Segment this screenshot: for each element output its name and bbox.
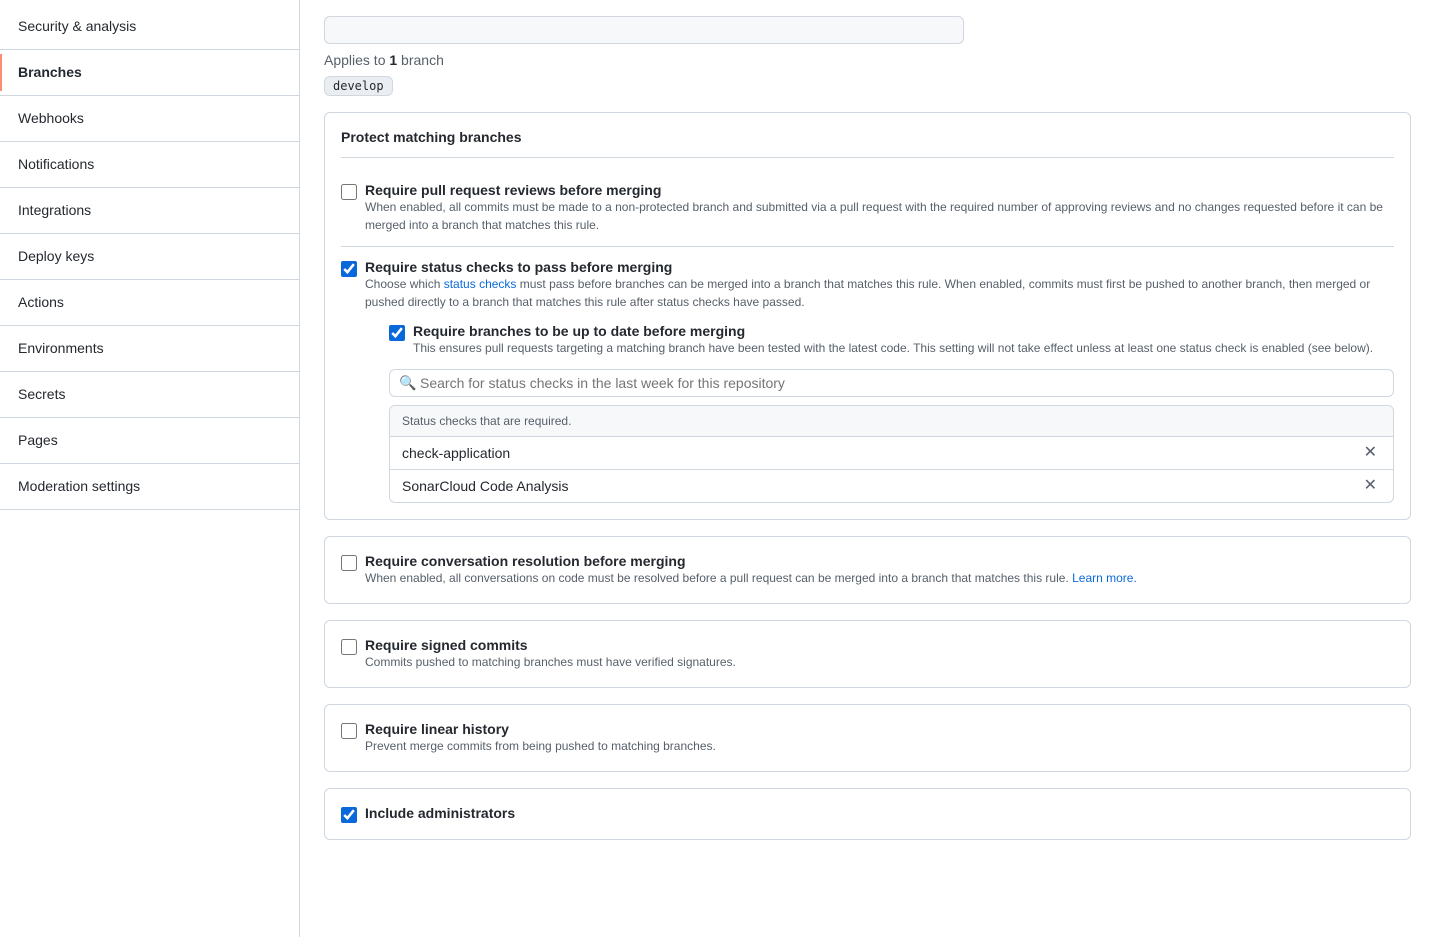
require-branches-up-to-date-desc: This ensures pull requests targeting a m…: [413, 339, 1394, 357]
sidebar-divider-actions: [0, 325, 299, 326]
sidebar-divider-deploy-keys: [0, 279, 299, 280]
sidebar-divider-integrations: [0, 233, 299, 234]
require-linear-history-desc: Prevent merge commits from being pushed …: [365, 737, 1394, 755]
status-checks-link[interactable]: status checks: [444, 277, 517, 291]
sidebar-item-label-moderation-settings: Moderation settings: [18, 476, 140, 497]
protect-heading: Protect matching branches: [341, 129, 1394, 158]
remove-sonarcloud-button[interactable]: ✕: [1360, 478, 1381, 494]
sidebar-item-webhooks[interactable]: Webhooks: [0, 100, 299, 137]
sidebar-item-label-integrations: Integrations: [18, 200, 91, 221]
sidebar-item-label-secrets: Secrets: [18, 384, 65, 405]
require-linear-history-title[interactable]: Require linear history: [365, 721, 509, 737]
status-checks-box: Status checks that are required. check-a…: [389, 405, 1394, 503]
require-status-checks-desc: Choose which status checks must pass bef…: [365, 275, 1394, 311]
require-pr-reviews-desc: When enabled, all commits must be made t…: [365, 198, 1394, 234]
require-pr-reviews-checkbox[interactable]: [341, 184, 357, 200]
require-branches-up-to-date-title[interactable]: Require branches to be up to date before…: [413, 323, 745, 339]
sidebar-item-label-security-analysis: Security & analysis: [18, 16, 136, 37]
require-status-checks-checkbox[interactable]: [341, 261, 357, 277]
require-signed-commits-desc: Commits pushed to matching branches must…: [365, 653, 1394, 671]
sidebar-item-label-actions: Actions: [18, 292, 64, 313]
status-check-label: check-application: [402, 445, 510, 461]
sidebar-item-label-environments: Environments: [18, 338, 104, 359]
sidebar: Security & analysis Branches Webhooks Notif…: [0, 0, 300, 937]
branch-pattern-input[interactable]: develop: [324, 16, 964, 44]
include-administrators-checkbox[interactable]: [341, 807, 357, 823]
require-pr-reviews-title[interactable]: Require pull request reviews before merg…: [365, 182, 661, 198]
sidebar-divider-environments: [0, 371, 299, 372]
option-row-linear: Require linear history Prevent merge com…: [341, 721, 1394, 755]
search-icon: 🔍: [399, 375, 416, 392]
require-linear-history-checkbox[interactable]: [341, 723, 357, 739]
status-check-item-check-application: check-application ✕: [390, 437, 1393, 470]
sidebar-item-label-deploy-keys: Deploy keys: [18, 246, 94, 267]
sidebar-item-label-notifications: Notifications: [18, 154, 94, 175]
sidebar-item-actions[interactable]: Actions: [0, 284, 299, 321]
require-signed-commits-checkbox[interactable]: [341, 639, 357, 655]
applies-text: Applies to 1 branch: [324, 52, 1411, 68]
sidebar-item-deploy-keys[interactable]: Deploy keys: [0, 238, 299, 275]
remove-check-application-button[interactable]: ✕: [1360, 445, 1381, 461]
sidebar-item-moderation-settings[interactable]: Moderation settings: [0, 468, 299, 505]
branch-input-area: develop Applies to 1 branch develop: [324, 16, 1411, 96]
sidebar-item-secrets[interactable]: Secrets: [0, 376, 299, 413]
branch-tag: develop: [324, 76, 393, 96]
option-row-conversation: Require conversation resolution before m…: [341, 553, 1394, 587]
sidebar-divider-branches: [0, 95, 299, 96]
sidebar-item-environments[interactable]: Environments: [0, 330, 299, 367]
option-require-pr-reviews: Require pull request reviews before merg…: [341, 170, 1394, 247]
require-conversation-resolution-desc: When enabled, all conversations on code …: [365, 569, 1394, 587]
sidebar-divider-pages: [0, 463, 299, 464]
sub-option-up-to-date: Require branches to be up to date before…: [389, 323, 1394, 357]
sidebar-item-branches[interactable]: Branches: [0, 54, 299, 91]
main-content: develop Applies to 1 branch develop Prot…: [300, 0, 1435, 937]
sidebar-item-security-analysis[interactable]: Security & analysis: [0, 8, 299, 45]
require-signed-commits-title[interactable]: Require signed commits: [365, 637, 528, 653]
sidebar-divider-notifications: [0, 187, 299, 188]
sidebar-item-pages[interactable]: Pages: [0, 422, 299, 459]
learn-more-link[interactable]: Learn more.: [1072, 571, 1137, 585]
sidebar-item-notifications[interactable]: Notifications: [0, 146, 299, 183]
status-search-container: 🔍 Status checks that are required. check…: [389, 369, 1394, 503]
require-status-checks-title[interactable]: Require status checks to pass before mer…: [365, 259, 672, 275]
status-check-label: SonarCloud Code Analysis: [402, 478, 569, 494]
option-require-linear-history: Require linear history Prevent merge com…: [324, 704, 1411, 772]
include-administrators-title[interactable]: Include administrators: [365, 805, 515, 821]
option-row-signed: Require signed commits Commits pushed to…: [341, 637, 1394, 671]
option-include-administrators: Include administrators: [324, 788, 1411, 840]
sidebar-divider-security-analysis: [0, 49, 299, 50]
require-conversation-resolution-title[interactable]: Require conversation resolution before m…: [365, 553, 686, 569]
status-check-search-input[interactable]: [389, 369, 1394, 397]
sidebar-divider-webhooks: [0, 141, 299, 142]
require-branches-up-to-date-checkbox[interactable]: [389, 325, 405, 341]
search-wrapper: 🔍: [389, 369, 1394, 397]
sidebar-item-integrations[interactable]: Integrations: [0, 192, 299, 229]
option-require-status-checks: Require status checks to pass before mer…: [341, 247, 1394, 503]
sidebar-divider-moderation-settings: [0, 509, 299, 510]
sidebar-item-label-pages: Pages: [18, 430, 58, 451]
status-checks-header: Status checks that are required.: [390, 406, 1393, 437]
protect-matching-branches-card: Protect matching branches Require pull r…: [324, 112, 1411, 520]
status-check-item-sonarcloud: SonarCloud Code Analysis ✕: [390, 470, 1393, 502]
sidebar-divider-secrets: [0, 417, 299, 418]
sidebar-item-label-webhooks: Webhooks: [18, 108, 84, 129]
sidebar-item-label-branches: Branches: [18, 62, 82, 83]
option-row-admins: Include administrators: [341, 805, 1394, 823]
require-conversation-resolution-checkbox[interactable]: [341, 555, 357, 571]
sub-option-area: Require branches to be up to date before…: [389, 323, 1394, 357]
option-require-conversation-resolution: Require conversation resolution before m…: [324, 536, 1411, 604]
option-require-signed-commits: Require signed commits Commits pushed to…: [324, 620, 1411, 688]
